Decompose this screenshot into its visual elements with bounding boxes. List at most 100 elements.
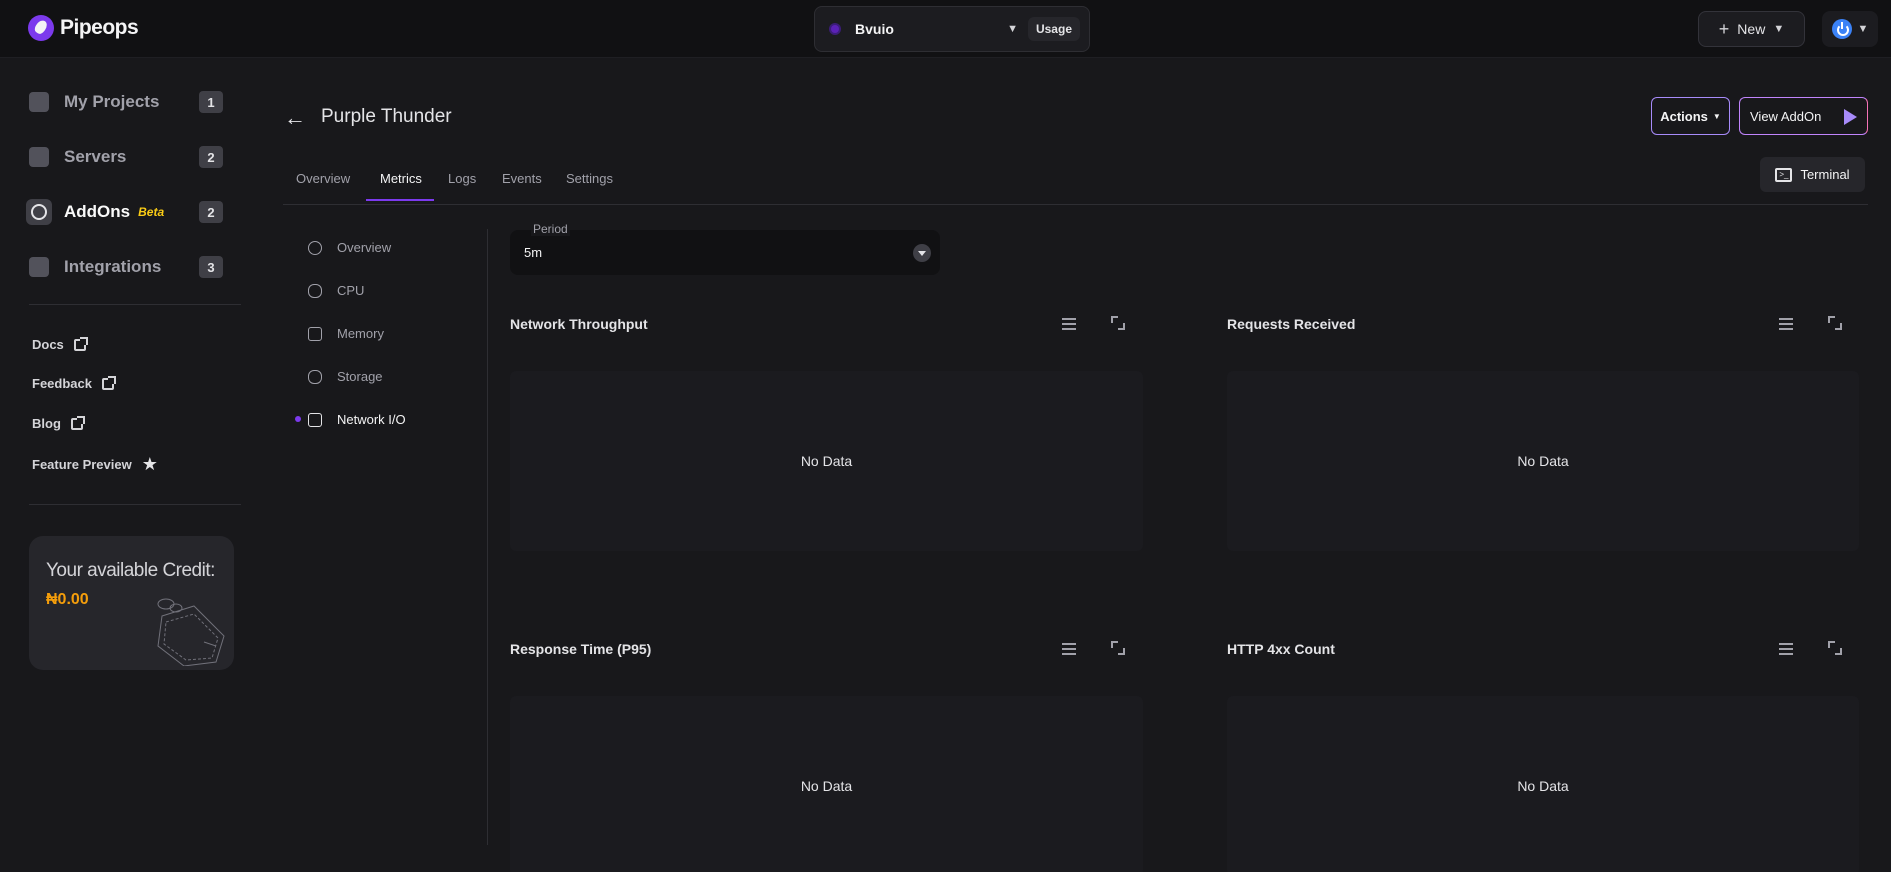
puzzle-icon xyxy=(29,257,49,277)
project-selector[interactable]: Bvuio ▼ Usage xyxy=(814,6,1090,52)
no-data-text: No Data xyxy=(1517,778,1569,794)
metrics-nav-cpu[interactable]: CPU xyxy=(308,283,364,298)
chevron-down-icon: ▼ xyxy=(1773,23,1785,35)
rocket-logo-icon xyxy=(28,15,54,41)
metrics-nav-overview[interactable]: Overview xyxy=(308,240,391,255)
link-label: Blog xyxy=(32,416,61,431)
tab-bar: Overview Metrics Logs Events Settings xyxy=(283,164,1868,205)
panel-title: Network Throughput xyxy=(510,316,648,332)
database-icon xyxy=(308,283,322,298)
tab-overview[interactable]: Overview xyxy=(296,171,350,186)
count-badge: 2 xyxy=(199,201,223,223)
chevron-down-icon[interactable]: ▼ xyxy=(1007,23,1018,35)
brand-name: Pipeops xyxy=(60,16,139,39)
credit-card: Your available Credit: ₦0.00 xyxy=(29,536,234,670)
external-link-icon xyxy=(73,336,88,351)
no-data-text: No Data xyxy=(800,778,853,794)
metrics-nav-label: Memory xyxy=(337,326,384,341)
tab-logs[interactable]: Logs xyxy=(448,171,476,186)
panel-title: Requests Received xyxy=(1227,316,1356,332)
divider xyxy=(29,504,241,505)
period-label: Period xyxy=(531,222,570,236)
new-button[interactable]: + New ▼ xyxy=(1698,11,1805,47)
metrics-nav-network-io[interactable]: Network I/O xyxy=(308,412,406,427)
actions-label: Actions xyxy=(1660,108,1708,124)
active-indicator-dot xyxy=(295,416,301,422)
server-icon xyxy=(29,147,49,167)
sidebar-item-label: Servers xyxy=(64,147,127,166)
metrics-nav-label: Network I/O xyxy=(337,412,406,427)
tab-metrics[interactable]: Metrics xyxy=(380,171,422,186)
feedback-link[interactable]: Feedback xyxy=(32,375,116,391)
new-button-label: New xyxy=(1737,21,1766,37)
count-badge: 1 xyxy=(199,91,223,113)
view-addon-label: View AddOn xyxy=(1750,108,1822,124)
blog-link[interactable]: Blog xyxy=(32,415,85,431)
docs-link[interactable]: Docs xyxy=(32,336,88,352)
page-title: Purple Thunder xyxy=(321,106,452,127)
metrics-nav-label: Overview xyxy=(337,240,392,255)
panel-title: Response Time (P95) xyxy=(510,641,652,657)
expand-icon[interactable] xyxy=(1828,641,1842,655)
filter-icon[interactable] xyxy=(1779,643,1793,655)
period-select[interactable]: Period 5m xyxy=(510,222,940,275)
active-tab-indicator xyxy=(366,199,434,201)
count-badge: 3 xyxy=(199,256,223,278)
panel-title: HTTP 4xx Count xyxy=(1227,641,1335,657)
chart-panel: No Data xyxy=(1227,696,1859,872)
expand-icon[interactable] xyxy=(1111,641,1125,655)
divider xyxy=(29,304,241,305)
metrics-nav-label: CPU xyxy=(337,283,365,298)
tab-settings[interactable]: Settings xyxy=(566,171,613,186)
filter-icon[interactable] xyxy=(1062,643,1076,655)
chart-panel: No Data xyxy=(1227,371,1859,551)
account-menu-button[interactable]: ▼ xyxy=(1822,11,1878,47)
back-arrow-icon[interactable]: ← xyxy=(284,105,306,131)
filter-icon[interactable] xyxy=(1062,318,1076,330)
wallet-illustration-icon xyxy=(157,598,225,666)
caret-down-icon: ▼ xyxy=(1712,111,1721,121)
sidebar-item-integrations[interactable]: Integrations 3 xyxy=(29,249,223,285)
count-badge: 2 xyxy=(199,146,223,168)
actions-button[interactable]: Actions ▼ xyxy=(1651,97,1730,135)
overview-icon xyxy=(308,240,322,255)
sidebar-item-addons[interactable]: AddOns Beta 2 xyxy=(26,194,223,230)
period-value: 5m xyxy=(524,245,543,260)
credit-title: Your available Credit: xyxy=(46,560,215,581)
filter-icon[interactable] xyxy=(1779,318,1793,330)
storage-icon xyxy=(308,369,322,384)
file-icon xyxy=(29,92,49,112)
sidebar-item-label: AddOns xyxy=(64,202,131,221)
project-status-dot xyxy=(831,25,839,33)
no-data-text: No Data xyxy=(800,453,853,469)
external-link-icon xyxy=(70,415,85,430)
plug-icon xyxy=(26,199,52,225)
top-bar: Pipeops Bvuio ▼ Usage + New ▼ ▼ xyxy=(0,0,1891,58)
vertical-divider xyxy=(487,229,488,845)
view-addon-button[interactable]: View AddOn xyxy=(1739,97,1868,135)
sidebar-item-label: My Projects xyxy=(64,92,160,111)
metrics-nav-storage[interactable]: Storage xyxy=(308,369,383,384)
sidebar-item-servers[interactable]: Servers 2 xyxy=(29,139,223,175)
expand-icon[interactable] xyxy=(1828,316,1842,330)
brand-logo[interactable]: Pipeops xyxy=(28,15,139,41)
link-label: Feature Preview xyxy=(32,457,132,472)
usage-button[interactable]: Usage xyxy=(1027,17,1080,41)
external-link-icon xyxy=(101,375,116,390)
beta-badge: Beta xyxy=(138,205,165,219)
metrics-nav-memory[interactable]: Memory xyxy=(308,326,384,341)
chart-panel: No Data xyxy=(510,696,1143,872)
terminal-button[interactable]: >_ Terminal xyxy=(1760,157,1865,192)
tab-events[interactable]: Events xyxy=(502,171,542,186)
sidebar-item-my-projects[interactable]: My Projects 1 xyxy=(29,84,223,120)
terminal-icon: >_ xyxy=(1775,167,1793,182)
feature-preview-link[interactable]: Feature Preview ★ xyxy=(32,454,158,475)
sidebar: My Projects 1 Servers 2 AddOns Beta 2 In… xyxy=(0,58,270,872)
expand-icon[interactable] xyxy=(1111,316,1125,330)
link-label: Feedback xyxy=(32,376,92,391)
play-icon xyxy=(1844,109,1857,125)
network-icon xyxy=(308,412,322,427)
caret-down-icon[interactable] xyxy=(913,244,931,262)
plus-icon: + xyxy=(1718,18,1730,39)
terminal-label: Terminal xyxy=(1800,167,1850,182)
